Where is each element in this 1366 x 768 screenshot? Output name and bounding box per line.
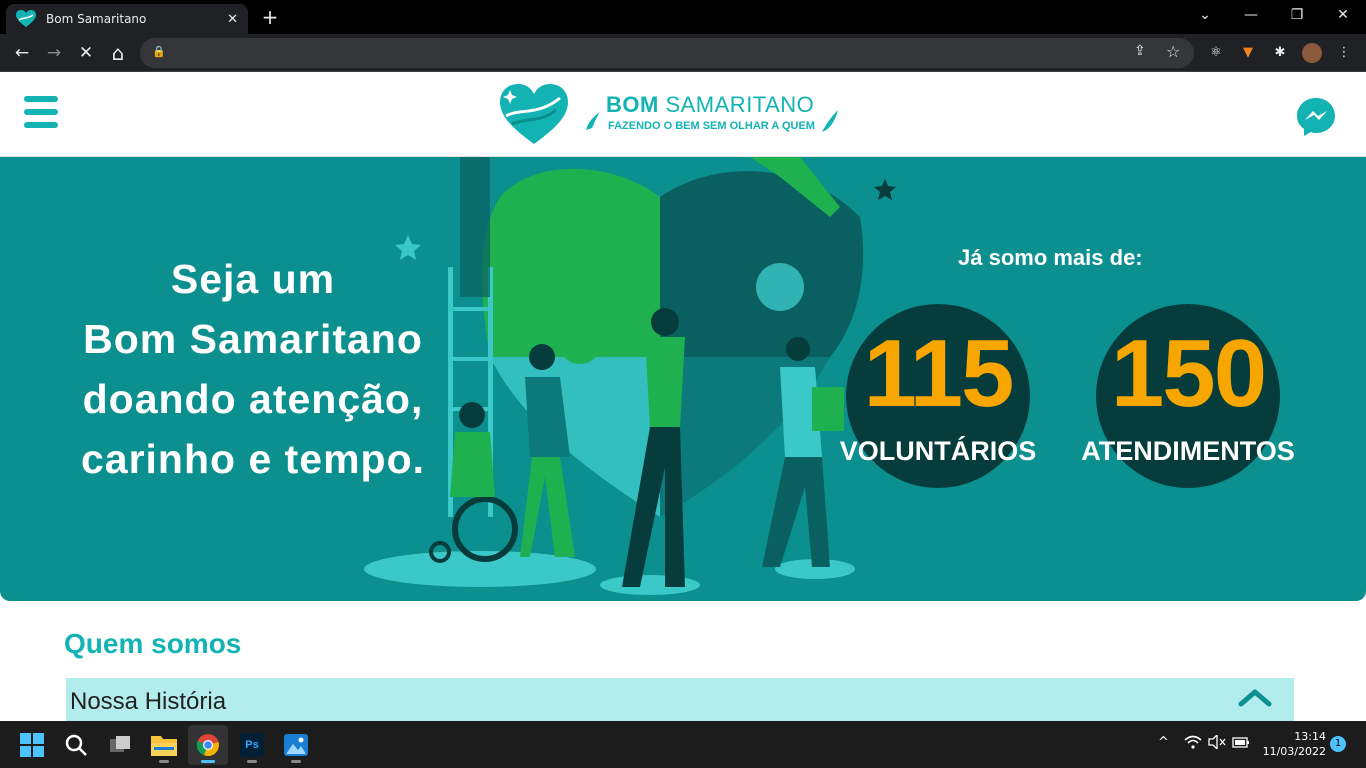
forward-button[interactable]: →: [42, 41, 66, 65]
new-tab-button[interactable]: +: [258, 5, 282, 29]
hero-banner: Seja um Bom Samaritano doando atenção, c…: [0, 157, 1366, 601]
profile-avatar[interactable]: [1302, 43, 1322, 63]
browser-tab[interactable]: Bom Samaritano ✕: [6, 4, 248, 34]
wifi-icon[interactable]: [1184, 735, 1202, 753]
hamburger-menu-icon[interactable]: [24, 96, 58, 132]
accordion-title[interactable]: Nossa História: [70, 688, 226, 716]
tab-title: Bom Samaritano: [46, 12, 147, 26]
brand-name: BOM SAMARITANO: [606, 92, 814, 118]
react-devtools-icon[interactable]: ⚛: [1206, 43, 1226, 63]
photoshop-running-indicator: [247, 760, 257, 763]
chrome-active-indicator: [201, 760, 215, 763]
photos-running-indicator: [291, 760, 301, 763]
minimize-button[interactable]: —: [1228, 0, 1274, 32]
menu-dots-icon[interactable]: ⋮: [1334, 43, 1354, 63]
accordion-nossa-historia[interactable]: Nossa História: [66, 678, 1294, 722]
share-icon[interactable]: ⇪: [1134, 43, 1146, 59]
clock-time: 13:14: [1294, 730, 1326, 743]
windows-start-icon[interactable]: [12, 725, 52, 765]
photos-icon[interactable]: [276, 725, 316, 765]
volume-muted-icon[interactable]: [1208, 733, 1226, 753]
stat-volunteers: 115 VOLUNTÁRIOS: [840, 304, 1036, 488]
hero-line-2: Bom Samaritano: [83, 316, 423, 362]
close-window-button[interactable]: ✕: [1320, 0, 1366, 32]
stats-heading: Já somo mais de:: [958, 245, 1143, 270]
section-title: Quem somos: [64, 628, 242, 659]
hero-line-3: doando atenção,: [82, 376, 424, 422]
extensions-icon[interactable]: ✱: [1270, 43, 1290, 63]
messenger-icon[interactable]: [1296, 96, 1336, 136]
fish-right-icon: [822, 110, 838, 132]
lock-icon[interactable]: 🔒: [152, 45, 166, 58]
home-button[interactable]: ⌂: [106, 41, 130, 65]
chrome-icon[interactable]: [188, 725, 228, 765]
brand-name-light: SAMARITANO: [665, 92, 815, 117]
address-bar[interactable]: 🔒 ⇪ ☆: [140, 38, 1194, 68]
stat-volunteers-value: 115: [863, 320, 1015, 427]
hero-headline: Seja um Bom Samaritano doando atenção, c…: [38, 249, 468, 489]
browser-tab-strip: Bom Samaritano ✕ + ⌄ — ❐ ✕: [0, 0, 1366, 34]
notification-badge[interactable]: 1: [1330, 736, 1346, 752]
tab-search-icon[interactable]: ⌄: [1182, 0, 1228, 32]
search-icon[interactable]: [56, 725, 96, 765]
brand-name-bold: BOM: [606, 92, 659, 117]
chevron-up-icon[interactable]: [1238, 686, 1272, 710]
task-view-icon[interactable]: [100, 725, 140, 765]
stat-attendances: 150 ATENDIMENTOS: [1081, 304, 1295, 488]
star-icon[interactable]: ☆: [1166, 42, 1180, 61]
site-header: BOM SAMARITANO FAZENDO O BEM SEM OLHAR A…: [0, 72, 1366, 157]
photoshop-icon[interactable]: Ps: [232, 725, 272, 765]
browser-toolbar: ← → ✕ ⌂ 🔒 ⇪ ☆ ⚛ ▼ ✱ ⋮: [0, 34, 1366, 72]
windows-taskbar: Ps ^ 13:14 11/03/2022 1: [0, 721, 1366, 768]
back-button[interactable]: ←: [10, 41, 34, 65]
logo-heart-icon[interactable]: [498, 82, 570, 146]
chevron-up-tray-icon[interactable]: ^: [1158, 735, 1169, 750]
tab-close-icon[interactable]: ✕: [227, 12, 238, 27]
fish-left-icon: [586, 112, 600, 130]
hero-line-1: Seja um: [170, 256, 336, 302]
site-favicon-icon: [16, 10, 36, 27]
metamask-icon[interactable]: ▼: [1238, 43, 1258, 63]
stat-volunteers-label: VOLUNTÁRIOS: [839, 436, 1037, 466]
file-explorer-running-indicator: [159, 760, 169, 763]
stat-attendances-label: ATENDIMENTOS: [1081, 436, 1295, 466]
system-clock[interactable]: 13:14 11/03/2022: [1256, 729, 1326, 759]
hero-line-4: carinho e tempo.: [80, 436, 426, 482]
clock-date: 11/03/2022: [1262, 745, 1326, 758]
stop-loading-button[interactable]: ✕: [74, 41, 98, 65]
stat-attendances-value: 150: [1110, 320, 1267, 427]
restore-button[interactable]: ❐: [1274, 0, 1320, 32]
brand-tagline: FAZENDO O BEM SEM OLHAR A QUEM: [608, 120, 815, 132]
battery-icon[interactable]: [1232, 735, 1250, 753]
file-explorer-icon[interactable]: [144, 725, 184, 765]
